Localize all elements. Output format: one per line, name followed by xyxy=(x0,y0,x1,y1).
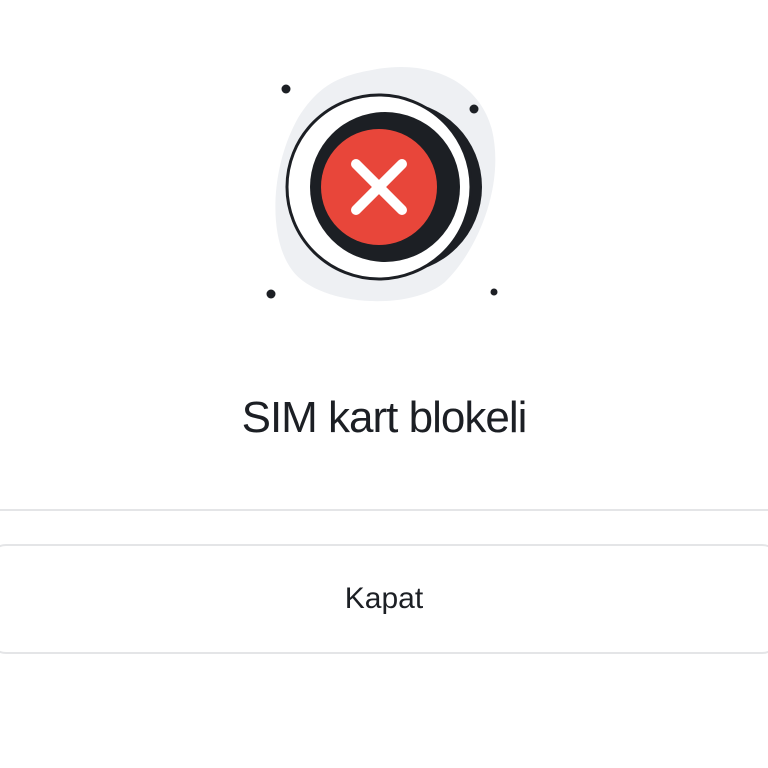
decor-dot-bottom-left xyxy=(266,289,276,299)
decor-dot-bottom-right xyxy=(490,288,498,296)
close-button-label: Kapat xyxy=(344,582,424,615)
sim-blocked-screen: SIM kart blokeli Kapat xyxy=(0,0,768,768)
decor-dot-top-right xyxy=(469,104,479,114)
decor-dot-top-left xyxy=(281,84,291,94)
divider xyxy=(0,509,768,511)
page-title: SIM kart blokeli xyxy=(241,393,528,442)
close-button[interactable]: Kapat xyxy=(0,544,768,654)
sim-blocked-illustration xyxy=(266,66,498,302)
